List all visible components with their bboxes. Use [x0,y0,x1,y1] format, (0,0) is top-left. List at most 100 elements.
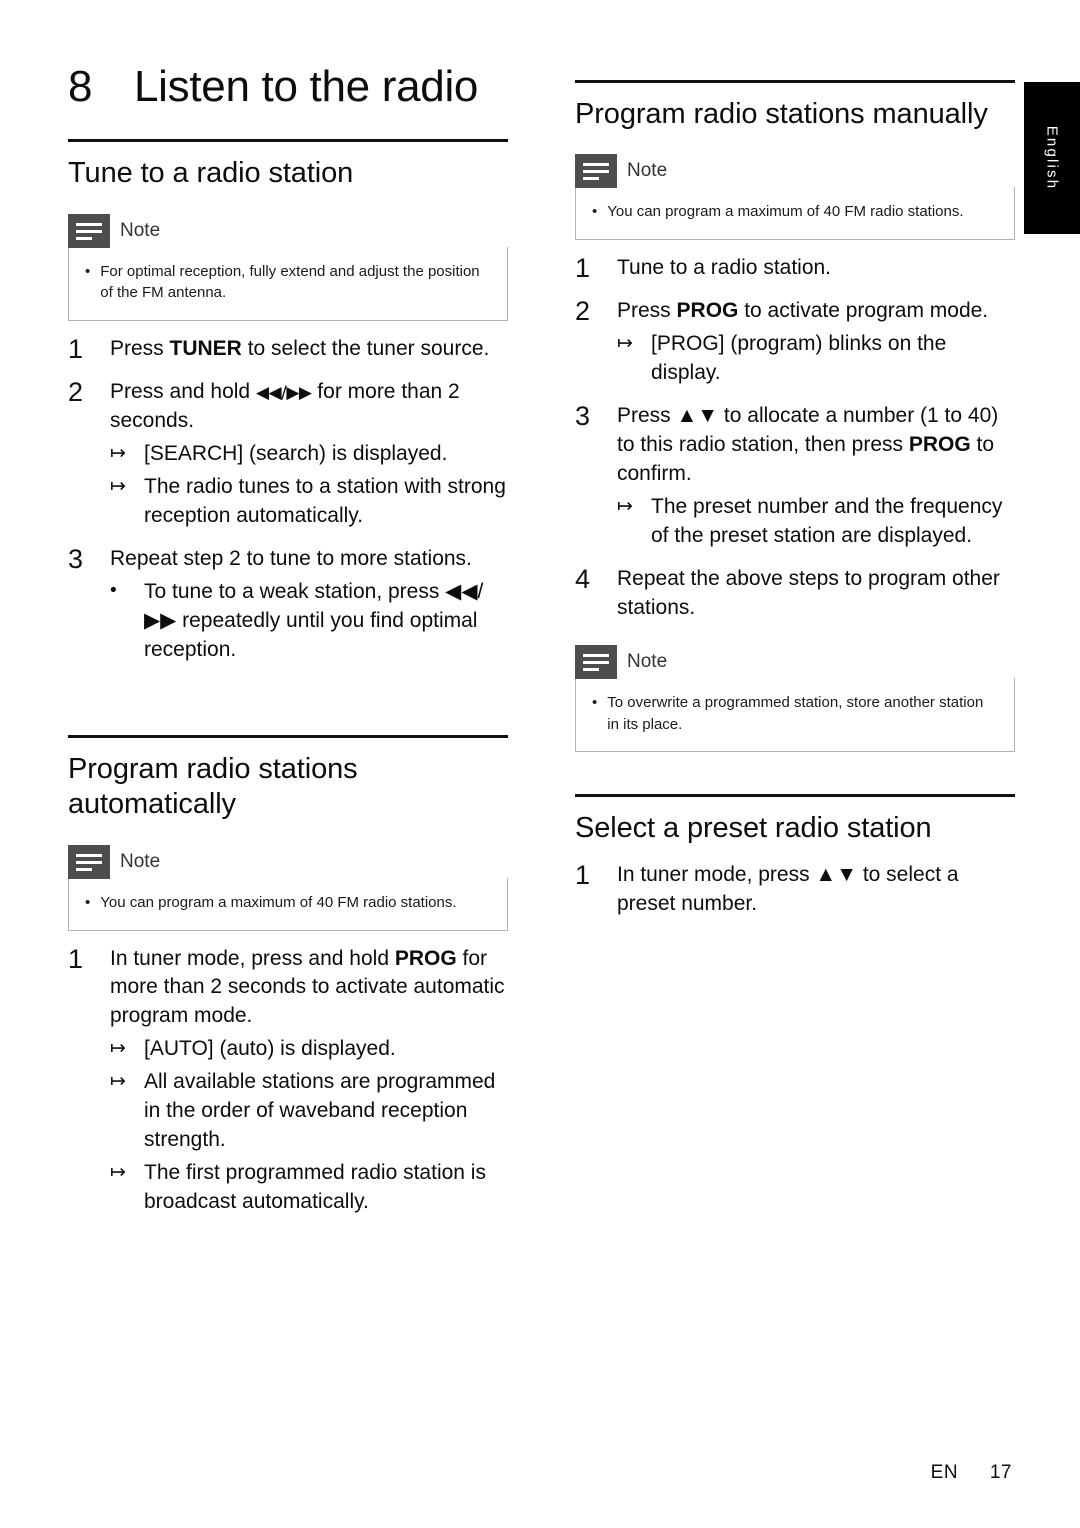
step-item: 1 In tuner mode, press and hold PROG for… [68,943,508,1218]
note-bullet: • [85,893,91,911]
note-block-antenna: Note • For optimal reception, fully exte… [68,213,508,322]
step-body: In tuner mode, press and hold PROG for m… [110,945,508,1218]
result-arrow-icon: ↦ [617,495,633,518]
result-text: All available stations are programmed in… [144,1070,496,1152]
section-heading-auto-program: Program radio stations automatically [68,753,358,821]
step-number: 1 [575,859,591,890]
step-body: Press ▲▼ to allocate a number (1 to 40) … [617,402,1015,551]
language-tab: English [1024,82,1080,234]
step-text-bold: TUNER [169,337,242,361]
note-icon [575,644,617,679]
result-arrow-icon: ↦ [110,475,126,498]
note-header: Note [575,154,1015,189]
step-number: 2 [68,377,84,408]
step-body: Press and hold ◀◀/▶▶ for more than 2 sec… [110,378,508,531]
note-label: Note [627,160,668,182]
note-icon [68,213,110,248]
result-arrow-icon: ↦ [110,1070,126,1093]
result-line: ↦ All available stations are programmed … [110,1068,508,1155]
note-text: You can program a maximum of 40 FM radio… [607,203,964,221]
step-number: 2 [575,296,591,327]
section-divider [68,735,508,739]
step-number: 1 [575,253,591,284]
result-text: The preset number and the frequency of t… [651,495,1003,548]
note-bullet: • [592,203,598,221]
step-text: Repeat step 2 to tune to more stations. [110,547,472,571]
left-column: 8 Listen to the radio Tune to a radio st… [68,0,508,1217]
note-row: • You can program a maximum of 40 FM rad… [85,892,491,914]
page-number: 17 [989,1462,1012,1483]
right-column: Program radio stations manually Note • Y… [575,0,1015,919]
note-label: Note [627,650,668,672]
note-block-max-stations: Note • You can program a maximum of 40 F… [68,844,508,931]
note-text: To overwrite a programmed station, store… [607,693,984,733]
step-number: 1 [68,334,84,365]
result-text: [SEARCH] (search) is displayed. [144,442,448,466]
result-line: ↦ The preset number and the frequency of… [617,493,1015,551]
steps-tune-to-station: 1 Press TUNER to select the tuner source… [68,334,508,665]
language-tab-label: English [1043,125,1061,191]
bullet-line: • To tune to a weak station, press ◀◀/▶▶… [110,578,508,665]
step-text-cont: to select the tuner source. [241,337,490,361]
step-item: 1 In tuner mode, press ▲▼ to select a pr… [575,859,1015,919]
step-text: Press [617,299,677,323]
note-block-overwrite: Note • To overwrite a programmed station… [575,644,1015,753]
step-body: Press PROG to activate program mode. ↦ [… [617,297,1015,388]
step-item: 2 Press and hold ◀◀/▶▶ for more than 2 s… [68,378,508,531]
bullet-marker: • [110,580,117,602]
note-header: Note [575,644,1015,679]
step-body: In tuner mode, press ▲▼ to select a pres… [617,862,959,915]
note-block-max-stations-right: Note • You can program a maximum of 40 F… [575,154,1015,241]
note-label: Note [120,219,161,241]
note-label: Note [120,850,161,872]
step-body: Repeat the above steps to program other … [617,567,1000,619]
note-header: Note [68,213,508,248]
note-body: • To overwrite a programmed station, sto… [575,677,1015,753]
section-divider [575,794,1015,798]
result-arrow-icon: ↦ [617,332,633,355]
step-text: In tuner mode, press and hold [110,946,395,970]
section-divider [68,139,508,143]
steps-select-preset: 1 In tuner mode, press ▲▼ to select a pr… [575,859,1015,919]
step-text-bold: PROG [394,946,457,970]
section-divider [575,80,1015,83]
result-text: [AUTO] (auto) is displayed. [144,1037,396,1061]
note-icon [575,154,617,189]
result-text: The radio tunes to a station with strong… [144,475,506,528]
note-icon [68,844,110,879]
result-arrow-icon: ↦ [110,442,126,465]
step-text-bold: PROG [908,433,971,457]
steps-auto-program: 1 In tuner mode, press and hold PROG for… [68,943,508,1218]
section-heading-tune: Tune to a radio station [68,157,354,190]
step-text-bold: PROG [676,299,739,323]
note-header: Note [68,844,508,879]
note-row: • For optimal reception, fully extend an… [85,261,491,305]
step-item: 1 Tune to a radio station. [575,253,1015,284]
note-text: For optimal reception, fully extend and … [100,262,480,302]
steps-manual-program: 1 Tune to a radio station. 2 Press PROG … [575,253,1015,623]
step-body: Press TUNER to select the tuner source. [110,335,508,364]
step-number: 3 [575,401,591,432]
manual-page: English 8 Listen to the radio Tune to a … [0,0,1080,1528]
result-text: The first programmed radio station is br… [144,1161,486,1214]
result-line: ↦ [AUTO] (auto) is displayed. [110,1035,508,1064]
step-text-cont: to activate program mode. [738,299,989,323]
step-item: 3 Repeat step 2 to tune to more stations… [68,545,508,665]
result-text: [PROG] (program) blinks on the display. [651,332,947,385]
note-body: • You can program a maximum of 40 FM rad… [575,187,1015,241]
step-number: 1 [68,943,84,974]
note-bullet: • [85,262,91,280]
result-arrow-icon: ↦ [110,1161,126,1184]
step-number: 3 [68,544,84,575]
step-number: 4 [575,564,591,595]
note-body: • For optimal reception, fully extend an… [68,246,508,322]
note-row: • You can program a maximum of 40 FM rad… [592,201,998,223]
step-body: Repeat step 2 to tune to more stations. … [110,545,508,665]
section-heading-manual-program: Program radio stations manually [575,98,988,130]
step-item: 1 Press TUNER to select the tuner source… [68,334,508,365]
page-footer: EN 17 [931,1462,1012,1484]
bullet-text: To tune to a weak station, press ◀◀/▶▶ r… [144,580,484,662]
step-text: Press [110,337,170,361]
chapter-heading: 8 Listen to the radio [68,62,508,111]
note-text: You can program a maximum of 40 FM radio… [100,893,457,911]
